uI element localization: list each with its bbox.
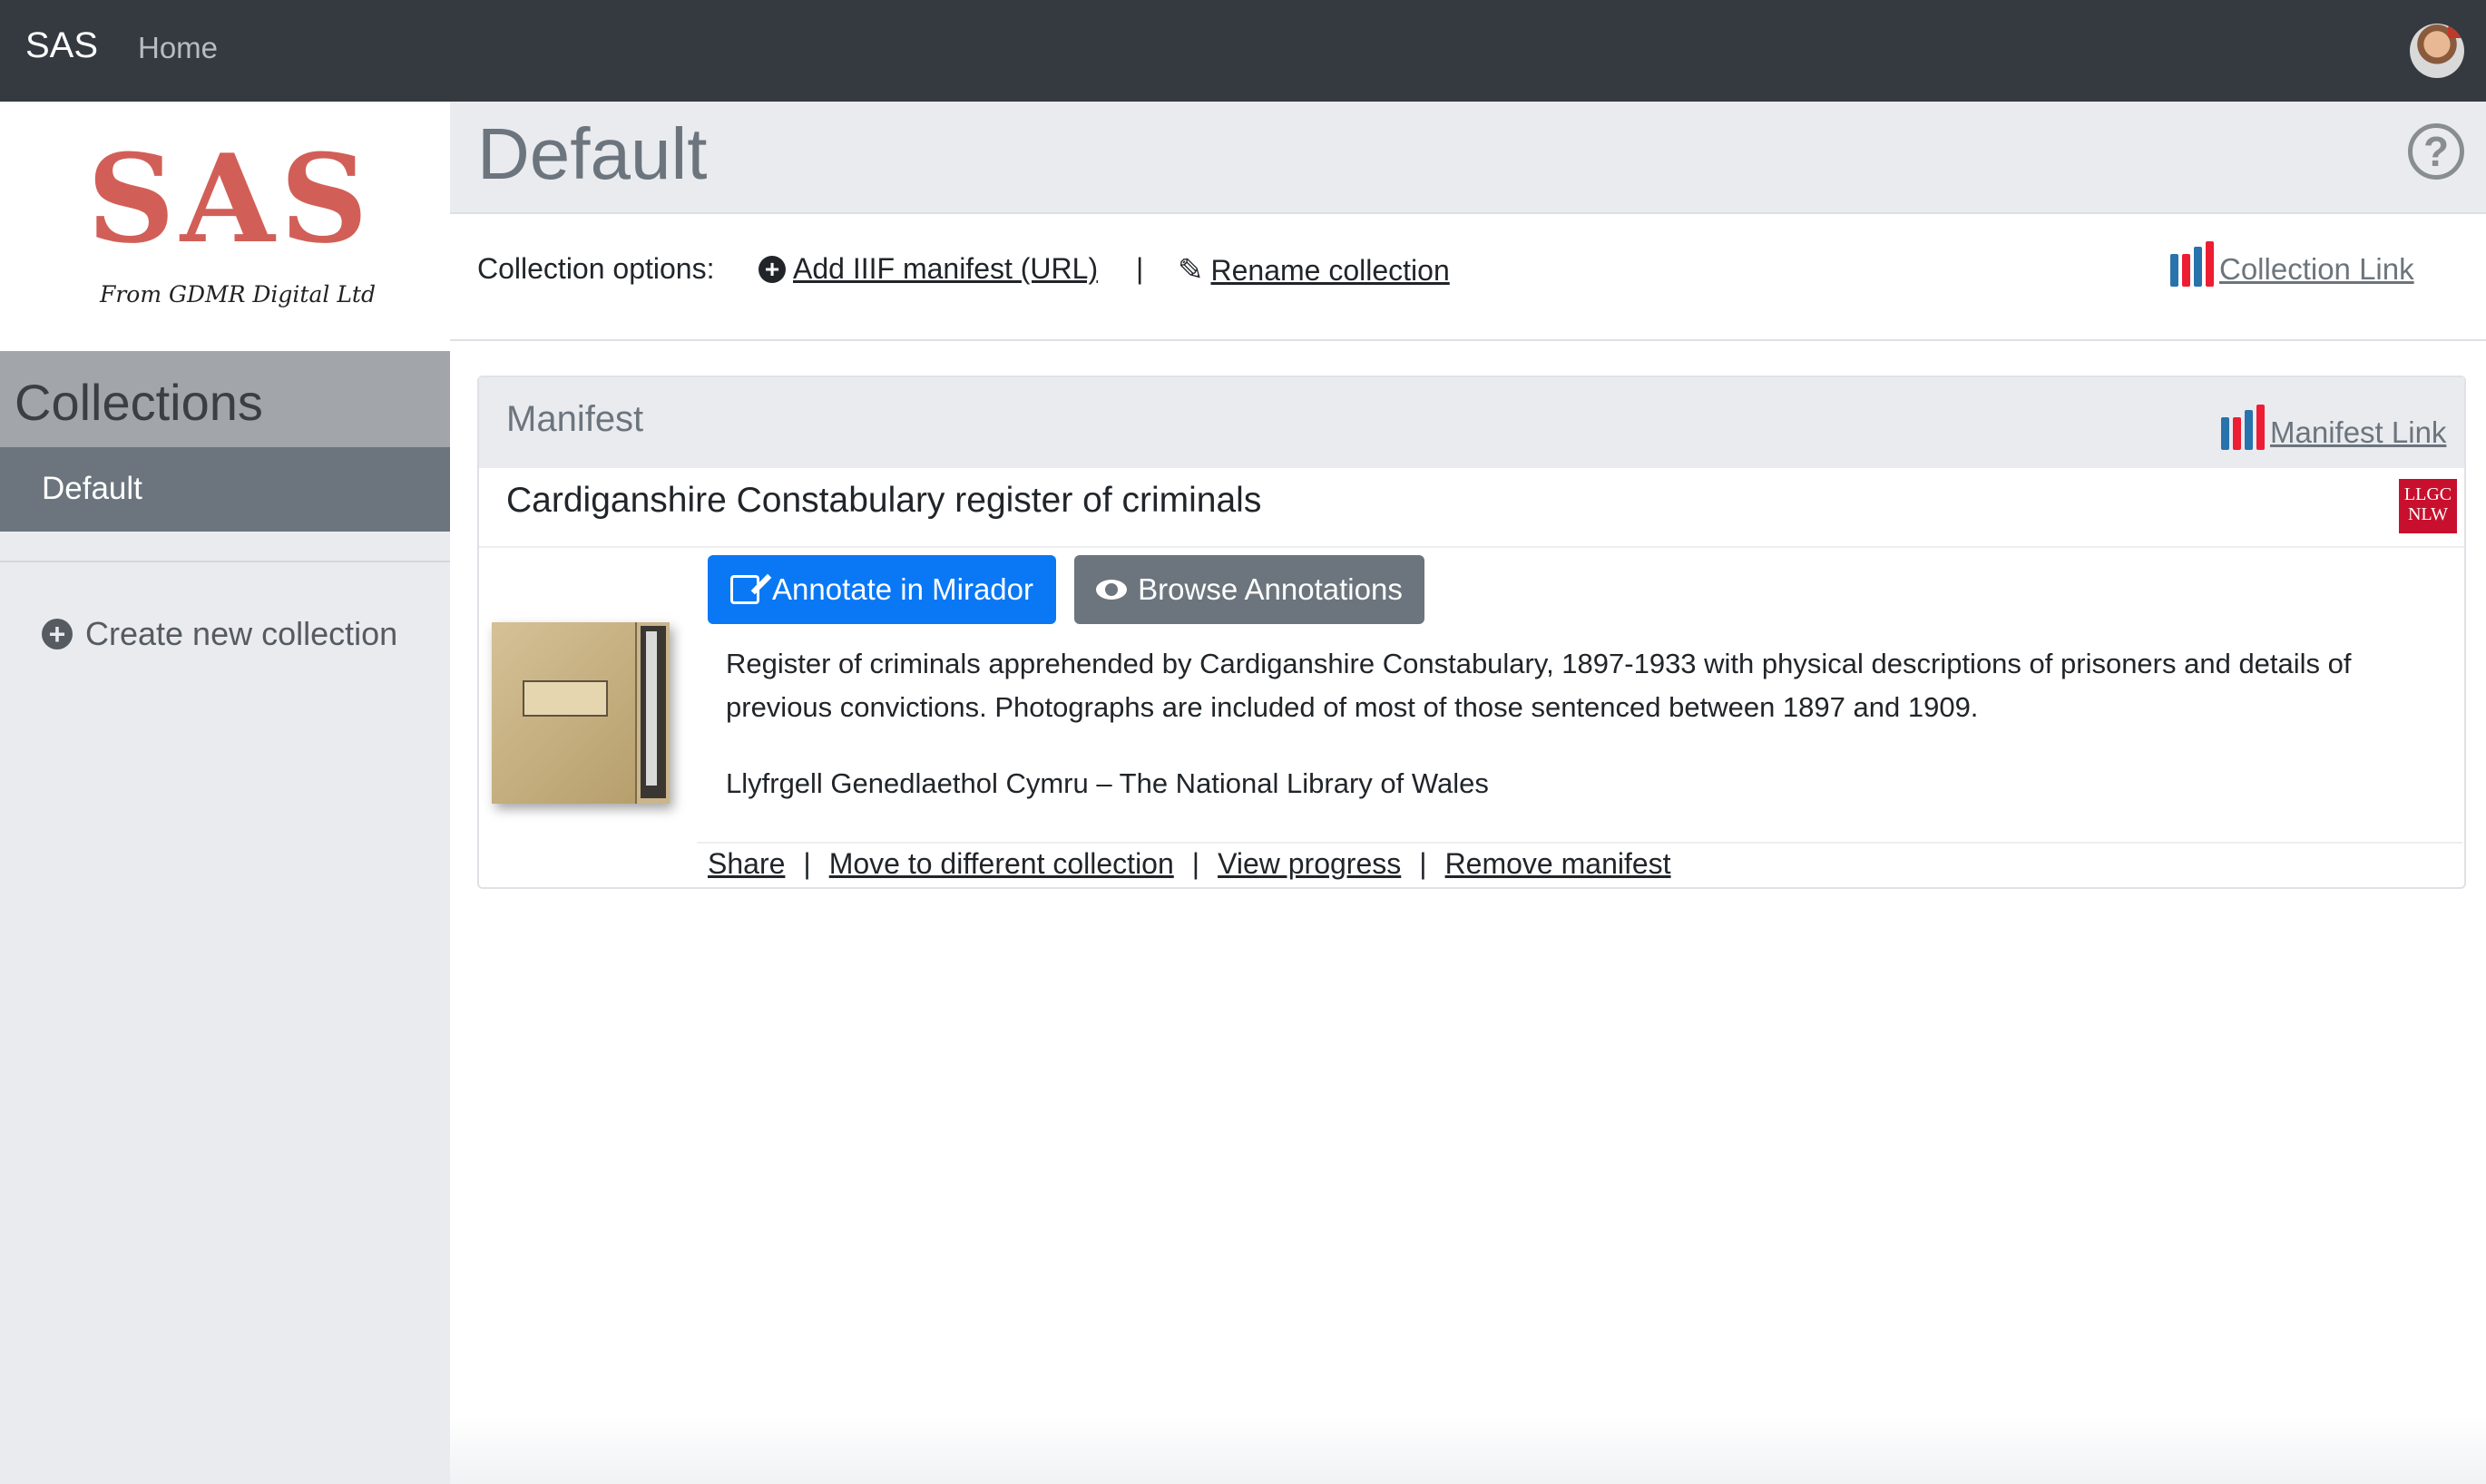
actions-separator: | xyxy=(1419,847,1427,880)
manifest-header-title: Manifest xyxy=(506,399,644,439)
logo-text: SAS xyxy=(87,127,374,270)
options-separator: | xyxy=(1136,252,1144,285)
nlw-logo-line1: LLGC xyxy=(2403,484,2452,504)
manifest-thumbnail[interactable] xyxy=(492,622,670,804)
add-manifest-label: Add IIIF manifest (URL) xyxy=(793,252,1099,285)
nlw-logo-line2: NLW xyxy=(2407,504,2449,524)
eye-icon xyxy=(1096,580,1128,600)
add-manifest-link[interactable]: + Add IIIF manifest (URL) xyxy=(759,252,1098,286)
manifest-card-header: Manifest Manifest Link xyxy=(479,377,2464,468)
rename-collection-label: Rename collection xyxy=(1210,253,1450,287)
page-header: Default ? xyxy=(450,102,2486,214)
thumbnail-strip xyxy=(646,631,657,786)
logo-subtitle: From GDMR Digital Ltd xyxy=(100,281,376,308)
actions-separator: | xyxy=(1191,847,1200,880)
manifest-title: Cardiganshire Constabulary register of c… xyxy=(506,481,1262,520)
manifest-library: Llyfrgell Genedlaethol Cymru – The Natio… xyxy=(726,767,1489,799)
plus-circle-icon: + xyxy=(42,619,73,649)
avatar-badge-icon xyxy=(2448,25,2464,38)
collection-link-label: Collection Link xyxy=(2219,252,2414,286)
sidebar-divider xyxy=(0,561,450,562)
navbar-brand[interactable]: SAS xyxy=(25,25,98,66)
collection-link[interactable]: Collection Link xyxy=(2170,239,2414,287)
iiif-logo-icon xyxy=(2221,403,2265,450)
rename-collection-link[interactable]: ✎ Rename collection xyxy=(1178,252,1450,288)
top-navbar: SAS Home xyxy=(0,0,2486,102)
sidebar-item-label: Default xyxy=(42,471,142,506)
browse-annotations-button[interactable]: Browse Annotations xyxy=(1074,555,1424,624)
manifest-title-row: Cardiganshire Constabulary register of c… xyxy=(479,468,2464,548)
edit-icon xyxy=(730,575,759,604)
nav-home-link[interactable]: Home xyxy=(138,31,218,65)
pencil-icon: ✎ xyxy=(1178,253,1204,288)
page-title: Default xyxy=(477,113,708,194)
sidebar: SAS From GDMR Digital Ltd Collections De… xyxy=(0,102,450,1484)
share-link[interactable]: Share xyxy=(708,847,785,881)
collection-options: Collection options: + Add IIIF manifest … xyxy=(450,214,2486,341)
sas-logo: SAS From GDMR Digital Ltd xyxy=(0,102,450,351)
collections-title: Collections xyxy=(15,374,263,431)
iiif-logo-icon xyxy=(2170,239,2214,287)
plus-circle-icon: + xyxy=(759,255,786,283)
question-circle-icon[interactable]: ? xyxy=(2408,123,2464,180)
nlw-logo: LLGC NLW xyxy=(2399,479,2457,533)
collections-heading: Collections xyxy=(0,351,450,447)
remove-manifest-link[interactable]: Remove manifest xyxy=(1445,847,1671,881)
manifest-actions: Share | Move to different collection | V… xyxy=(708,847,1671,881)
sidebar-item-default[interactable]: Default xyxy=(0,447,450,532)
manifest-description: Register of criminals apprehended by Car… xyxy=(726,648,2352,723)
thumbnail-label xyxy=(523,680,608,717)
view-progress-link[interactable]: View progress xyxy=(1218,847,1401,881)
annotate-button-label: Annotate in Mirador xyxy=(772,572,1033,606)
create-collection-label: Create new collection xyxy=(85,615,398,652)
create-collection-button[interactable]: + Create new collection xyxy=(42,615,397,653)
manifest-card: Manifest Manifest Link Cardiganshire Con… xyxy=(477,376,2466,889)
manifest-link-label: Manifest Link xyxy=(2270,415,2447,449)
move-collection-link[interactable]: Move to different collection xyxy=(829,847,1174,881)
user-avatar[interactable] xyxy=(2410,24,2464,78)
collection-options-label: Collection options: xyxy=(477,252,715,285)
bottom-fade xyxy=(450,1415,2486,1484)
browse-button-label: Browse Annotations xyxy=(1138,572,1403,606)
actions-separator: | xyxy=(803,847,811,880)
manifest-link[interactable]: Manifest Link xyxy=(2221,403,2446,450)
annotate-in-mirador-button[interactable]: Annotate in Mirador xyxy=(708,555,1056,624)
actions-divider xyxy=(697,842,2462,844)
